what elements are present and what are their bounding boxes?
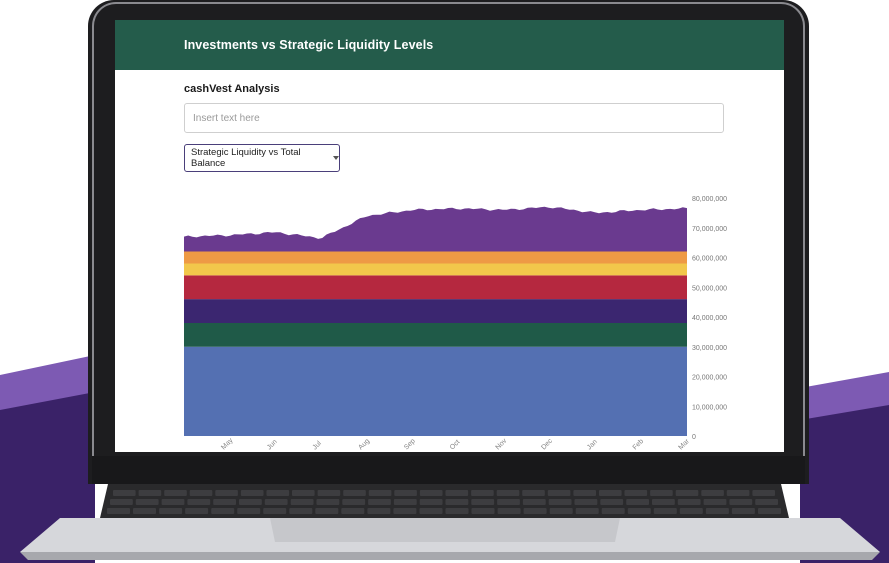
y-tick-label: 40,000,000 [692, 315, 727, 322]
keyboard-key [419, 490, 443, 496]
area-series-5 [184, 263, 687, 276]
chart-select-dropdown[interactable]: Strategic Liquidity vs Total Balance [184, 144, 340, 172]
keyboard-key [522, 490, 545, 496]
area-series-1 [184, 346, 687, 436]
keyboard-key [240, 490, 264, 496]
keyboard-key [215, 490, 238, 496]
area-series-7 [184, 206, 687, 252]
y-tick-label: 30,000,000 [692, 345, 727, 352]
keyboard-key [624, 490, 648, 496]
area-series-6 [184, 251, 687, 264]
keyboard-key [726, 490, 750, 496]
keyboard-key [445, 490, 469, 496]
y-tick-label: 60,000,000 [692, 256, 727, 263]
x-tick-label: Oct [449, 439, 462, 452]
y-tick-label: 0 [692, 434, 696, 441]
area-series-3 [184, 299, 687, 323]
keyboard-key [496, 490, 520, 496]
search-input[interactable] [184, 103, 724, 133]
app-title: Investments vs Strategic Liquidity Level… [184, 38, 434, 52]
laptop-bezel-bottom [92, 456, 805, 484]
keyboard-key [317, 490, 341, 496]
keyboard-key [138, 490, 162, 496]
keyboard-key [343, 490, 366, 496]
x-tick-label: May [220, 437, 235, 452]
x-tick-label: Jun [266, 438, 279, 451]
x-tick-label: Jan [586, 438, 599, 451]
keyboard-key [752, 490, 775, 496]
keyboard-key [471, 490, 494, 496]
keyboard-key [675, 490, 699, 496]
y-tick-label: 20,000,000 [692, 375, 727, 382]
keyboard-key [394, 490, 417, 496]
keyboard-key [266, 490, 290, 496]
section-title: cashVest Analysis [184, 83, 280, 95]
keyboard-key [113, 490, 136, 496]
keyboard-key [164, 490, 187, 496]
keyboard-key [292, 490, 315, 496]
x-tick-label: Nov [495, 437, 509, 451]
keyboard-key [701, 490, 724, 496]
app-screen: Investments vs Strategic Liquidity Level… [115, 20, 784, 452]
y-tick-label: 10,000,000 [692, 404, 727, 411]
laptop-base [20, 518, 880, 560]
chevron-down-icon [333, 156, 339, 160]
keyboard-key [650, 490, 673, 496]
keyboard-key [573, 490, 596, 496]
app-header: Investments vs Strategic Liquidity Level… [115, 20, 784, 70]
dropdown-selected-label: Strategic Liquidity vs Total Balance [191, 147, 301, 169]
x-tick-label: Sep [403, 438, 417, 452]
keyboard-key [599, 490, 622, 496]
x-tick-label: Feb [632, 438, 646, 452]
x-tick-label: Mar [677, 437, 691, 451]
x-tick-label: Dec [540, 437, 554, 451]
y-tick-label: 50,000,000 [692, 285, 727, 292]
area-series-4 [184, 275, 687, 300]
keyboard-key [189, 490, 213, 496]
x-tick-label: Aug [357, 438, 371, 452]
stacked-area-chart: 0 10,000,000 20,000,000 30,000,000 40,000,00… [184, 196, 727, 452]
area-series-2 [184, 322, 687, 347]
y-tick-label: 80,000,000 [692, 196, 727, 203]
x-tick-label: Jul [312, 440, 324, 452]
keyboard-key [547, 490, 571, 496]
keyboard-key [368, 490, 392, 496]
y-tick-label: 70,000,000 [692, 226, 727, 233]
